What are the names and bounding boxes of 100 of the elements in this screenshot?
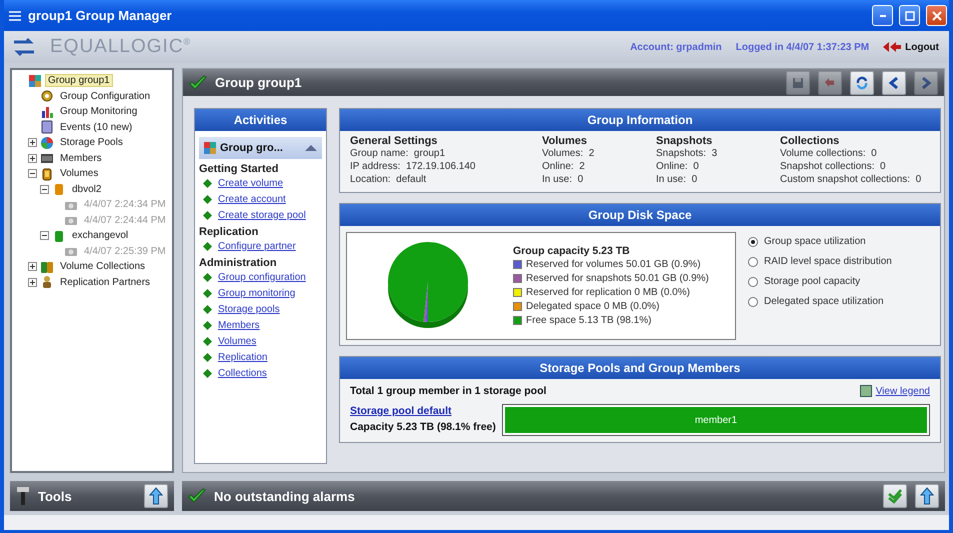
- tools-label: Tools: [38, 488, 73, 504]
- expand-up-button[interactable]: [915, 484, 939, 508]
- close-icon: [932, 10, 942, 20]
- tree-item[interactable]: Volumes: [57, 167, 102, 180]
- expand-toggle[interactable]: [28, 154, 37, 163]
- close-button[interactable]: [926, 5, 947, 26]
- radio-option[interactable]: RAID level space distribution: [748, 256, 892, 267]
- bullet-icon: [203, 210, 212, 220]
- tree-item[interactable]: Storage Pools: [57, 136, 126, 150]
- up-arrow-icon: [149, 487, 163, 505]
- plus-icon: [29, 263, 36, 270]
- legend-label: Free space 5.13 TB (98.1%): [526, 315, 652, 326]
- column-heading: Snapshots: [656, 135, 714, 147]
- activity-link[interactable]: Create volume: [218, 178, 284, 188]
- forward-icon: [919, 76, 933, 90]
- activity-link[interactable]: Replication: [218, 352, 268, 362]
- logo-icon: [12, 37, 36, 57]
- expand-toggle[interactable]: [28, 138, 37, 148]
- info-line: In use: 0: [656, 173, 698, 186]
- tree-item[interactable]: Volume Collections: [57, 260, 148, 274]
- info-line: Volumes: 2: [542, 147, 596, 160]
- radio-button[interactable]: [748, 236, 758, 246]
- info-line: Online: 2: [542, 160, 586, 173]
- maximize-icon: [904, 10, 914, 20]
- back-button[interactable]: [882, 70, 906, 94]
- activity-link[interactable]: Members: [218, 320, 260, 330]
- capacity-text: Capacity 5.23 TB (98.1% free): [350, 421, 496, 433]
- group-icon: [203, 141, 217, 155]
- tree-item[interactable]: Replication Partners: [57, 276, 154, 289]
- radio-button[interactable]: [748, 256, 758, 266]
- server-icon: [40, 151, 54, 166]
- radio-option[interactable]: Storage pool capacity: [748, 276, 892, 287]
- tree-item[interactable]: Group Monitoring: [57, 105, 140, 118]
- collapse-toggle[interactable]: [40, 231, 49, 240]
- acknowledge-button[interactable]: [883, 484, 907, 508]
- bullet-icon: [203, 242, 212, 250]
- refresh-icon: [855, 76, 869, 90]
- tree-item[interactable]: dbvol2: [69, 182, 104, 196]
- expand-up-button[interactable]: [144, 484, 168, 508]
- page-title: Group group1: [215, 75, 303, 90]
- undo-icon: [823, 76, 837, 90]
- minimize-icon: [880, 14, 886, 16]
- column-heading: Volumes: [542, 135, 588, 147]
- maximize-button[interactable]: [899, 5, 920, 26]
- column-heading: Collections: [780, 135, 840, 147]
- radio-button[interactable]: [748, 276, 758, 286]
- legend-label: Reserved for volumes 50.01 GB (0.9%): [526, 259, 701, 270]
- logo: EQUALLOGIC$^{®}$: [50, 36, 192, 58]
- radio-option[interactable]: Group space utilization: [748, 236, 892, 247]
- tree-item[interactable]: Members: [57, 152, 105, 165]
- column-heading: General Settings: [350, 135, 438, 147]
- tree-item[interactable]: Group Configuration: [57, 90, 154, 103]
- check-icon: [188, 488, 206, 504]
- activity-link[interactable]: Volumes: [218, 336, 256, 346]
- activity-link[interactable]: Collections: [218, 368, 267, 378]
- expand-toggle[interactable]: [28, 262, 37, 272]
- radio-button[interactable]: [748, 296, 758, 306]
- alarms-text: No outstanding alarms: [214, 488, 356, 504]
- caret-icon: [304, 144, 318, 152]
- expand-toggle[interactable]: [28, 278, 37, 287]
- bullet-icon: [203, 194, 212, 204]
- bullet-icon: [203, 320, 212, 330]
- legend-label: Reserved for snapshots 50.01 GB (0.9%): [526, 273, 709, 284]
- up-arrow-icon: [920, 487, 934, 505]
- pool-link[interactable]: Storage pool default: [350, 405, 496, 417]
- plus-icon: [29, 278, 36, 286]
- activity-link[interactable]: Configure partner: [218, 240, 296, 252]
- legend-label: Reserved for replication 0 MB (0.0%): [526, 287, 690, 298]
- activity-link[interactable]: Create account: [218, 194, 286, 204]
- radio-option[interactable]: Delegated space utilization: [748, 296, 892, 307]
- activity-link[interactable]: Group configuration: [218, 272, 306, 282]
- group-icon: [28, 74, 42, 88]
- tree-item[interactable]: Group group1: [45, 74, 113, 88]
- refresh-button[interactable]: [850, 70, 874, 94]
- window-title: group1 Group Manager: [28, 8, 173, 23]
- logout-button[interactable]: Logout: [883, 42, 939, 52]
- view-legend-link[interactable]: View legend: [876, 386, 930, 396]
- bullet-icon: [203, 368, 212, 378]
- card-title: Storage Pools and Group Members: [340, 357, 940, 379]
- legend-icon: [860, 385, 872, 397]
- person-icon: [40, 275, 54, 290]
- summary-text: Total 1 group member in 1 storage pool: [350, 385, 546, 397]
- tree-item[interactable]: Events (10 new): [57, 120, 136, 134]
- check-icon: [189, 74, 207, 90]
- collapse-toggle[interactable]: [40, 184, 49, 194]
- back-icon: [887, 76, 901, 90]
- bullet-icon: [203, 288, 212, 298]
- chart-title: Group capacity 5.23 TB: [513, 244, 631, 256]
- info-line: Custom snapshot collections: 0: [780, 173, 922, 186]
- double-check-icon: [887, 488, 903, 504]
- card-title: Group Disk Space: [340, 204, 940, 226]
- minimize-button[interactable]: [872, 5, 893, 26]
- tree-item[interactable]: exchangevol: [69, 229, 132, 242]
- activity-link[interactable]: Storage pools: [218, 304, 280, 314]
- activity-link[interactable]: Group monitoring: [218, 288, 296, 298]
- info-line: Location: default: [350, 173, 428, 186]
- info-line: Snapshot collections: 0: [780, 160, 887, 173]
- collapse-toggle[interactable]: [28, 169, 37, 178]
- activity-link[interactable]: Create storage pool: [218, 210, 306, 220]
- group-selector[interactable]: Group gro...: [199, 137, 322, 159]
